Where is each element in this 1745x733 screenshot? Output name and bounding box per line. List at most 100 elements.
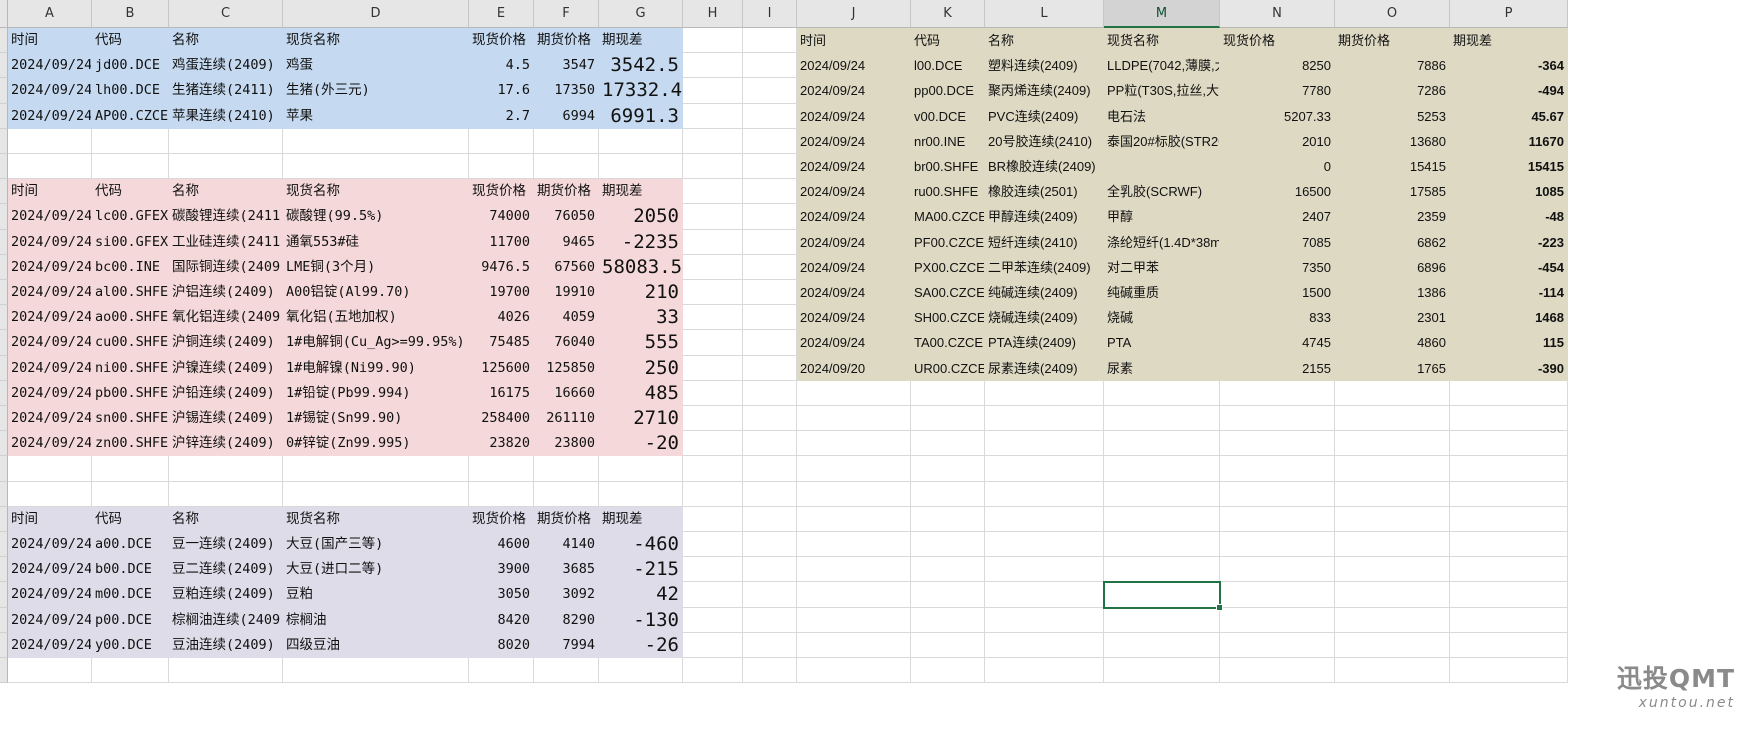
grid-cell[interactable] — [1450, 431, 1568, 457]
data-cell[interactable]: 沪铝连续(2409) — [169, 280, 283, 306]
data-cell[interactable]: 75485 — [469, 330, 534, 356]
grid-cell[interactable] — [743, 557, 797, 583]
basis-cell[interactable]: -215 — [599, 557, 683, 583]
grid-cell[interactable] — [683, 557, 743, 583]
data-cell[interactable]: 大豆(进口二等) — [283, 557, 469, 583]
basis-cell[interactable]: 3542.5 — [599, 53, 683, 79]
data-cell[interactable]: 125850 — [534, 355, 599, 381]
data-cell[interactable]: 20号胶连续(2410) — [985, 128, 1104, 154]
grid-cell[interactable] — [743, 128, 797, 154]
data-cell[interactable]: cu00.SHFE — [92, 330, 169, 356]
data-cell[interactable] — [1104, 154, 1220, 180]
data-cell[interactable]: 23800 — [534, 431, 599, 457]
grid-cell[interactable] — [743, 280, 797, 306]
data-cell[interactable]: 3050 — [469, 582, 534, 608]
data-cell[interactable]: 2024/09/24 — [8, 431, 92, 457]
grid-cell[interactable] — [1220, 506, 1335, 532]
grid-cell[interactable] — [1104, 380, 1220, 406]
data-cell[interactable]: 16175 — [469, 380, 534, 406]
grid-cell[interactable] — [1335, 607, 1450, 633]
grid-cell[interactable] — [534, 658, 599, 684]
row-header[interactable] — [0, 330, 8, 356]
data-cell[interactable]: 9465 — [534, 229, 599, 255]
grid-cell[interactable] — [469, 154, 534, 180]
basis-cell[interactable]: 33 — [599, 305, 683, 331]
data-cell[interactable]: 2024/09/24 — [8, 582, 92, 608]
row-header[interactable] — [0, 658, 8, 684]
data-cell[interactable]: 烧碱连续(2409) — [985, 305, 1104, 331]
grid-cell[interactable] — [683, 78, 743, 104]
grid-cell[interactable] — [599, 658, 683, 684]
grid-cell[interactable] — [683, 380, 743, 406]
header-cell[interactable]: 现货价格 — [469, 28, 534, 54]
column-header-i[interactable]: I — [743, 0, 797, 28]
grid-cell[interactable] — [911, 532, 985, 558]
grid-cell[interactable] — [1335, 658, 1450, 684]
row-header[interactable] — [0, 355, 8, 381]
data-cell[interactable]: 全乳胶(SCRWF) — [1104, 179, 1220, 205]
header-cell[interactable]: 名称 — [169, 506, 283, 532]
grid-cell[interactable] — [743, 658, 797, 684]
grid-cell[interactable] — [985, 380, 1104, 406]
data-cell[interactable]: 碳酸锂(99.5%) — [283, 204, 469, 230]
data-cell[interactable]: 7780 — [1220, 78, 1335, 104]
grid-cell[interactable] — [911, 481, 985, 507]
data-cell[interactable]: 2024/09/24 — [797, 305, 911, 331]
data-cell[interactable]: 6994 — [534, 103, 599, 129]
grid-cell[interactable] — [169, 481, 283, 507]
grid-cell[interactable] — [683, 330, 743, 356]
data-cell[interactable]: p00.DCE — [92, 607, 169, 633]
row-header[interactable] — [0, 28, 8, 54]
grid-cell[interactable] — [985, 456, 1104, 482]
grid-cell[interactable] — [599, 456, 683, 482]
data-cell[interactable]: PP粒(T30S,拉丝,大庆 — [1104, 78, 1220, 104]
data-cell[interactable]: 3685 — [534, 557, 599, 583]
header-cell[interactable]: 期现差 — [599, 28, 683, 54]
data-cell[interactable]: 1#锡锭(Sn99.90) — [283, 406, 469, 432]
data-cell[interactable]: ao00.SHFE — [92, 305, 169, 331]
grid-cell[interactable] — [1104, 607, 1220, 633]
data-cell[interactable]: 苹果 — [283, 103, 469, 129]
column-header-d[interactable]: D — [283, 0, 469, 28]
grid-cell[interactable] — [1450, 406, 1568, 432]
data-cell[interactable]: 2024/09/24 — [8, 103, 92, 129]
data-cell[interactable]: 9476.5 — [469, 254, 534, 280]
header-cell[interactable]: 名称 — [169, 179, 283, 205]
grid-cell[interactable] — [743, 532, 797, 558]
grid-cell[interactable] — [911, 506, 985, 532]
header-cell[interactable]: 期现差 — [599, 506, 683, 532]
grid-cell[interactable] — [743, 229, 797, 255]
data-cell[interactable]: 沪锌连续(2409) — [169, 431, 283, 457]
row-header[interactable] — [0, 406, 8, 432]
basis-cell[interactable]: 17332.4 — [599, 78, 683, 104]
selected-cell[interactable] — [1103, 581, 1223, 611]
grid-cell[interactable] — [683, 481, 743, 507]
grid-cell[interactable] — [469, 128, 534, 154]
data-cell[interactable]: 1765 — [1335, 355, 1450, 381]
data-cell[interactable]: 豆粕 — [283, 582, 469, 608]
data-cell[interactable]: 2024/09/24 — [797, 53, 911, 79]
basis-cell[interactable]: -454 — [1450, 254, 1568, 280]
data-cell[interactable]: 7994 — [534, 632, 599, 658]
grid-cell[interactable] — [911, 632, 985, 658]
data-cell[interactable]: 2024/09/24 — [797, 103, 911, 129]
grid-cell[interactable] — [169, 456, 283, 482]
data-cell[interactable]: 23820 — [469, 431, 534, 457]
data-cell[interactable]: jd00.DCE — [92, 53, 169, 79]
data-cell[interactable]: 1500 — [1220, 280, 1335, 306]
data-cell[interactable]: 7286 — [1335, 78, 1450, 104]
data-cell[interactable]: AP00.CZCE — [92, 103, 169, 129]
data-cell[interactable]: 4745 — [1220, 330, 1335, 356]
grid-cell[interactable] — [985, 632, 1104, 658]
grid-cell[interactable] — [911, 557, 985, 583]
data-cell[interactable]: 19700 — [469, 280, 534, 306]
grid-cell[interactable] — [169, 658, 283, 684]
data-cell[interactable]: 涤纶短纤(1.4D*38mm — [1104, 229, 1220, 255]
grid-cell[interactable] — [683, 506, 743, 532]
grid-cell[interactable] — [911, 607, 985, 633]
grid-cell[interactable] — [283, 456, 469, 482]
data-cell[interactable]: 8250 — [1220, 53, 1335, 79]
column-header-h[interactable]: H — [683, 0, 743, 28]
grid-cell[interactable] — [743, 204, 797, 230]
data-cell[interactable]: 261110 — [534, 406, 599, 432]
